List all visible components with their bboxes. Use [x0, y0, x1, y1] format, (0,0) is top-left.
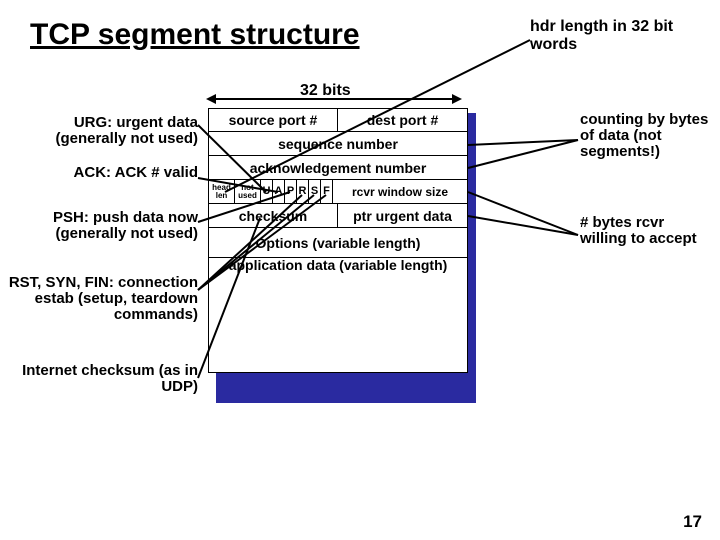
- note-rst: RST, SYN, FIN: connection estab (setup, …: [6, 275, 198, 322]
- row-checksum-urg: checksum ptr urgent data: [208, 204, 468, 228]
- note-internet-checksum: Internet checksum (as in UDP): [6, 363, 198, 395]
- field-urgent-ptr: ptr urgent data: [338, 204, 467, 227]
- field-source-port: source port #: [209, 109, 338, 131]
- row-options: Options (variable length): [208, 228, 468, 258]
- field-window-size: rcvr window size: [333, 180, 467, 203]
- field-not-used: not used: [235, 180, 261, 203]
- flag-psh: P: [285, 180, 297, 203]
- row-seq: sequence number: [208, 132, 468, 156]
- flag-rst: R: [297, 180, 309, 203]
- flag-fin: F: [321, 180, 333, 203]
- slide-title: TCP segment structure: [30, 18, 360, 52]
- field-sequence-number: sequence number: [209, 132, 467, 155]
- row-flags: head len not used U A P R S F rcvr windo…: [208, 180, 468, 204]
- hdr-length-note: hdr length in 32 bit words: [530, 18, 680, 53]
- note-psh: PSH: push data now (generally not used): [6, 210, 198, 242]
- row-ack: acknowledgement number: [208, 156, 468, 180]
- note-counting-bytes: counting by bytes of data (not segments!…: [580, 112, 710, 159]
- flag-syn: S: [309, 180, 321, 203]
- flag-ack: A: [273, 180, 285, 203]
- flag-urg: U: [261, 180, 273, 203]
- field-ack-number: acknowledgement number: [209, 156, 467, 179]
- field-application-data: application data (variable length): [209, 258, 467, 272]
- note-ack: ACK: ACK # valid: [6, 165, 198, 181]
- page-number: 17: [683, 512, 702, 532]
- row-data: application data (variable length): [208, 258, 468, 373]
- bits-width-arrow: [208, 98, 460, 100]
- note-urg: URG: urgent data (generally not used): [6, 115, 198, 147]
- tcp-segment-diagram: source port # dest port # sequence numbe…: [208, 108, 468, 373]
- field-head-len: head len: [209, 180, 235, 203]
- field-dest-port: dest port #: [338, 109, 467, 131]
- note-window-bytes: # bytes rcvr willing to accept: [580, 215, 710, 247]
- row-ports: source port # dest port #: [208, 108, 468, 132]
- field-checksum: checksum: [209, 204, 338, 227]
- field-options: Options (variable length): [209, 228, 467, 257]
